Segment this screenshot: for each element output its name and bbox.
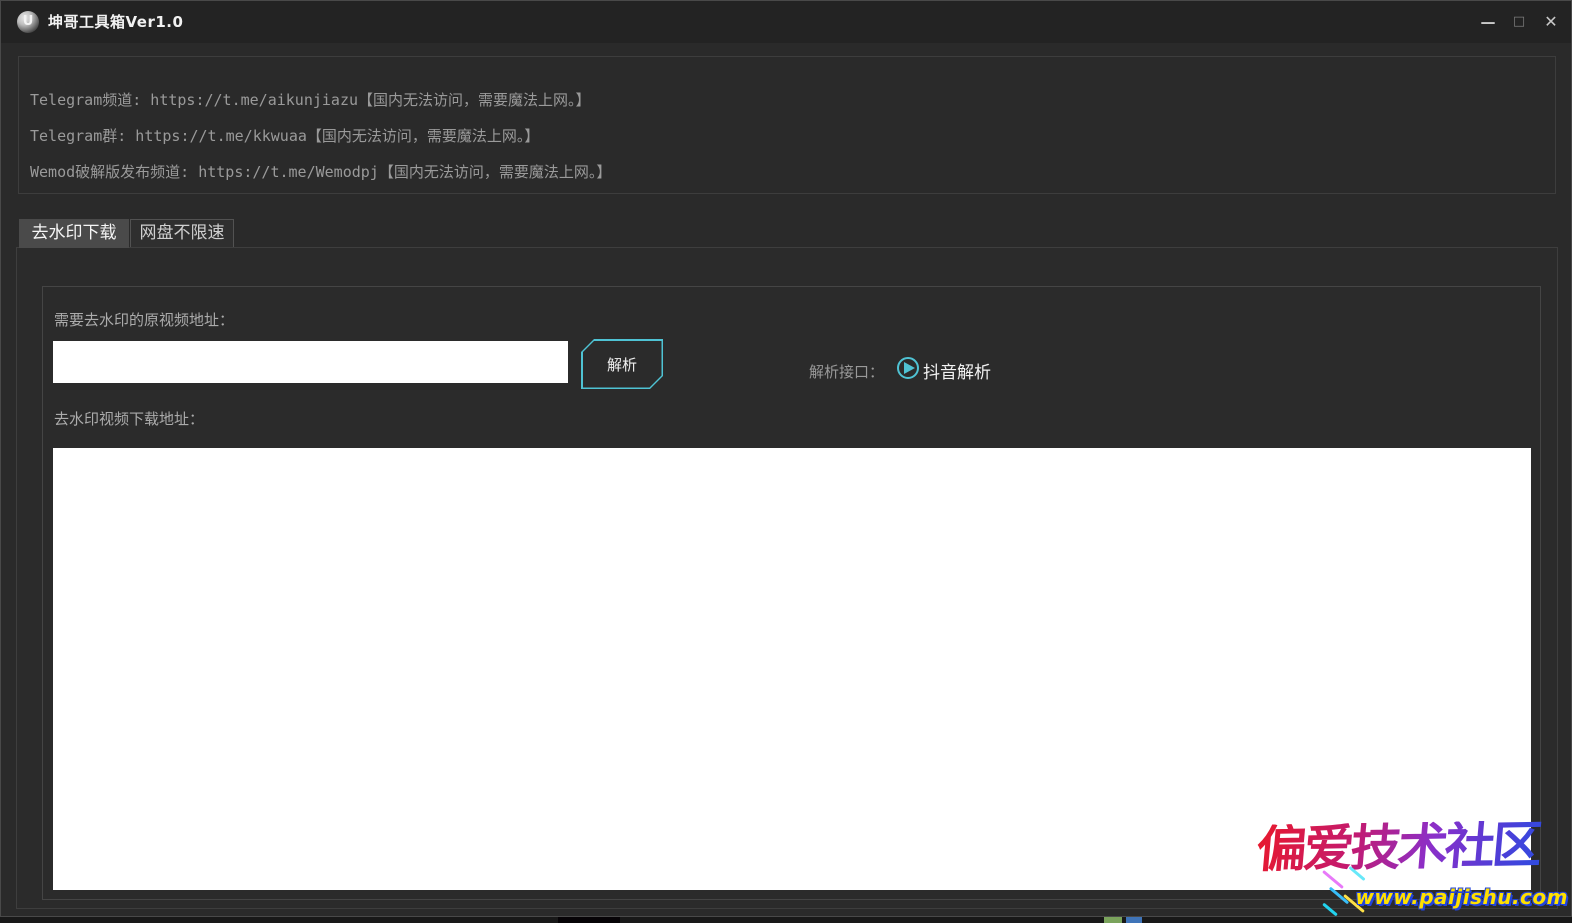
douyin-radio-icon[interactable] (897, 357, 919, 379)
tray-icon-blue[interactable] (1126, 917, 1142, 923)
source-url-label: 需要去水印的原视频地址： (54, 311, 235, 329)
app-icon: U (17, 11, 39, 33)
result-url-textarea[interactable] (53, 448, 1531, 890)
telegram-group-line: Telegram群: https://t.me/kkwuaa【国内无法访问，需要… (30, 127, 540, 145)
close-button[interactable]: ✕ (1536, 8, 1566, 36)
minimize-button[interactable]: — (1473, 8, 1503, 36)
app-window: U 坤哥工具箱Ver1.0 — □ ✕ Telegram频道: https://… (0, 0, 1572, 917)
taskbar-sliver (0, 917, 1572, 923)
telegram-channel-line: Telegram频道: https://t.me/aikunjiazu【国内无法… (30, 91, 591, 109)
window-title: 坤哥工具箱Ver1.0 (48, 13, 184, 31)
tab-netdisk-speed[interactable]: 网盘不限速 (130, 219, 234, 247)
wemod-channel-line: Wemod破解版发布频道: https://t.me/Wemodpj【国内无法访… (30, 163, 612, 181)
source-url-input[interactable] (53, 341, 568, 383)
douyin-parse-option[interactable]: 抖音解析 (923, 358, 991, 383)
parse-interface-label: 解析接口： (809, 363, 885, 381)
titlebar: U 坤哥工具箱Ver1.0 — □ ✕ (1, 1, 1571, 43)
info-panel: Telegram频道: https://t.me/aikunjiazu【国内无法… (18, 56, 1556, 194)
radio-play-icon (904, 362, 915, 374)
parse-button-label: 解析 (583, 341, 662, 388)
tab-watermark-download[interactable]: 去水印下载 (19, 219, 129, 248)
tray-icon-green[interactable] (1104, 917, 1122, 923)
taskbar-app-button[interactable] (558, 917, 620, 923)
maximize-button[interactable]: □ (1504, 8, 1534, 36)
result-url-label: 去水印视频下载地址： (54, 410, 205, 428)
parse-button[interactable]: 解析 (581, 339, 663, 389)
